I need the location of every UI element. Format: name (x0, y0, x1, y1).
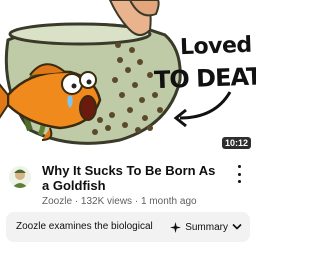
avatar-icon (12, 169, 28, 188)
summary-text: Zoozle examines the biological re... (16, 221, 156, 232)
thumbnail-overlay-line2: TO DEATH (153, 61, 256, 95)
channel-name[interactable]: Zoozle (42, 196, 72, 207)
more-vert-icon[interactable] (234, 165, 244, 183)
view-count: 132K views (80, 196, 133, 207)
separator-dot: · (74, 196, 79, 207)
summary-button[interactable]: Summary (170, 218, 242, 236)
chevron-down-icon (232, 223, 242, 230)
video-thumbnail[interactable]: Loved TO DEATH 10:12 (0, 0, 256, 156)
duration-badge: 10:12 (221, 137, 251, 149)
channel-avatar[interactable] (9, 166, 31, 188)
video-subline: Zoozle · 132K views · 1 month ago (42, 196, 197, 207)
upload-age: 1 month ago (140, 196, 197, 207)
video-title[interactable]: Why It Sucks To Be Born As a Goldfish (42, 163, 222, 193)
summary-bar[interactable]: Zoozle examines the biological re... Sum… (6, 212, 250, 242)
thumbnail-overlay-line1: Loved (179, 32, 253, 61)
separator-dot: · (134, 196, 139, 207)
video-meta: Why It Sucks To Be Born As a Goldfish Zo… (0, 158, 256, 210)
summary-button-label: Summary (185, 221, 228, 233)
sparkle-icon (170, 221, 182, 233)
